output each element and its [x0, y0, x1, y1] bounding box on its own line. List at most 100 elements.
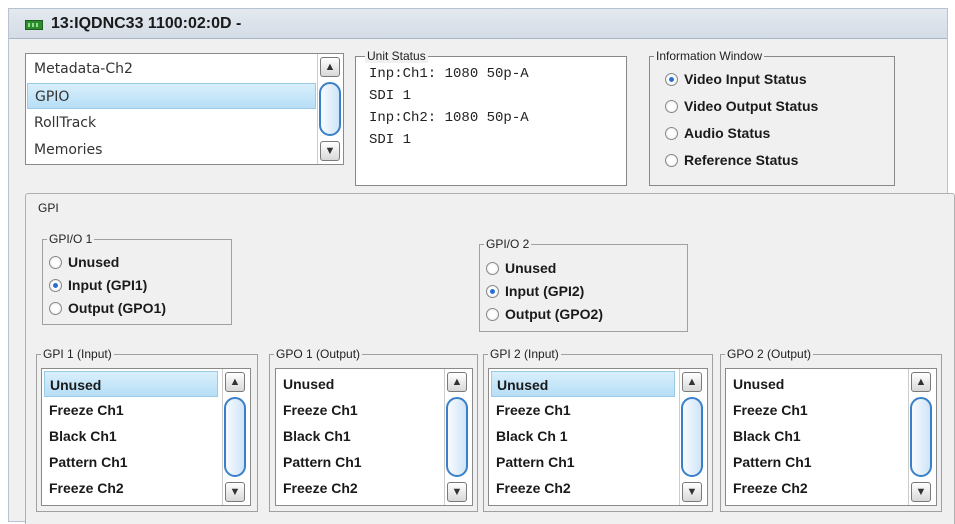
scroll-thumb[interactable]	[681, 397, 703, 477]
radio-selected-icon[interactable]	[49, 278, 62, 292]
radio-unselected-icon[interactable]	[49, 301, 62, 315]
window-title: 13:IQDNC33 1100:02:0D -	[51, 15, 242, 32]
radio-label: Unused	[68, 254, 120, 270]
gpio1-group: GPI/O 1 Unused Input (GPI1) Output (GPO1…	[42, 232, 232, 325]
chevron-up-icon[interactable]: ▲	[320, 57, 340, 77]
list-item[interactable]: Black Ch 1	[491, 423, 675, 449]
gpo2-output-scrollbar[interactable]: ▲ ▼	[908, 369, 934, 505]
radio-label: Video Input Status	[684, 71, 807, 87]
list-item[interactable]: Freeze Ch2	[491, 475, 675, 501]
unit-status-line: SDI 1	[369, 88, 412, 104]
radio-gpio2-output[interactable]: Output (GPO2)	[486, 306, 603, 322]
radio-unselected-icon[interactable]	[486, 307, 499, 321]
radio-gpio1-output[interactable]: Output (GPO1)	[49, 300, 166, 316]
unit-status-line: Inp:Ch2: 1080 50p-A	[369, 110, 529, 126]
radio-audio-status[interactable]: Audio Status	[665, 125, 770, 141]
gpi1-input-scrollbar[interactable]: ▲ ▼	[222, 369, 248, 505]
radio-selected-icon[interactable]	[486, 284, 499, 298]
radio-label: Input (GPI1)	[68, 277, 148, 293]
list-item[interactable]: Unused	[491, 371, 675, 397]
radio-gpio1-input[interactable]: Input (GPI1)	[49, 277, 147, 293]
chevron-down-icon[interactable]: ▼	[682, 482, 702, 502]
gpo2-output-caption: GPO 2 (Output)	[725, 347, 814, 361]
list-item[interactable]: Freeze Ch1	[278, 397, 440, 423]
list-item[interactable]: Freeze Ch2	[44, 475, 218, 501]
nav-item-gpio[interactable]: GPIO	[27, 83, 316, 109]
nav-list-scrollbar[interactable]: ▲ ▼	[317, 54, 343, 164]
radio-video-output-status[interactable]: Video Output Status	[665, 98, 818, 114]
gpi-panel: GPI GPI/O 1 Unused Input (GPI1) Output (…	[25, 193, 955, 524]
gpi2-input-list[interactable]: Unused Freeze Ch1 Black Ch 1 Pattern Ch1…	[488, 368, 708, 506]
chevron-down-icon[interactable]: ▼	[320, 141, 340, 161]
gpi2-input-caption: GPI 2 (Input)	[488, 347, 561, 361]
list-item[interactable]: Pattern Ch1	[44, 449, 218, 475]
list-item[interactable]: Pattern Ch1	[728, 449, 904, 475]
gpo1-output-group: GPO 1 (Output) Unused Freeze Ch1 Black C…	[269, 347, 478, 512]
list-item[interactable]: Unused	[278, 371, 440, 397]
gpio2-group: GPI/O 2 Unused Input (GPI2) Output (GPO2…	[479, 237, 688, 332]
gpo1-output-list[interactable]: Unused Freeze Ch1 Black Ch1 Pattern Ch1 …	[275, 368, 473, 506]
radio-selected-icon[interactable]	[665, 72, 678, 86]
radio-label: Reference Status	[684, 152, 799, 168]
list-item[interactable]: Unused	[728, 371, 904, 397]
scroll-thumb[interactable]	[319, 82, 341, 136]
information-window-group: Information Window Video Input Status Vi…	[649, 49, 895, 186]
radio-label: Output (GPO2)	[505, 306, 603, 322]
radio-unselected-icon[interactable]	[665, 153, 678, 167]
gpi2-input-scrollbar[interactable]: ▲ ▼	[679, 369, 705, 505]
scroll-thumb[interactable]	[910, 397, 932, 477]
radio-unselected-icon[interactable]	[665, 99, 678, 113]
radio-gpio1-unused[interactable]: Unused	[49, 254, 119, 270]
gpi1-input-group: GPI 1 (Input) Unused Freeze Ch1 Black Ch…	[36, 347, 258, 512]
list-item[interactable]: Black Ch1	[728, 423, 904, 449]
gpo1-output-caption: GPO 1 (Output)	[274, 347, 363, 361]
nav-list[interactable]: Metadata-Ch2 GPIO RollTrack Memories ▲ ▼	[25, 53, 344, 165]
radio-gpio2-unused[interactable]: Unused	[486, 260, 556, 276]
radio-gpio2-input[interactable]: Input (GPI2)	[486, 283, 584, 299]
list-item[interactable]: Freeze Ch1	[491, 397, 675, 423]
gpio2-caption: GPI/O 2	[484, 237, 532, 251]
gpi1-input-list[interactable]: Unused Freeze Ch1 Black Ch1 Pattern Ch1 …	[41, 368, 251, 506]
chevron-down-icon[interactable]: ▼	[447, 482, 467, 502]
nav-item-metadata-ch2[interactable]: Metadata-Ch2	[27, 56, 316, 82]
list-item[interactable]: Pattern Ch1	[491, 449, 675, 475]
gpi-caption: GPI	[36, 201, 61, 215]
nav-item-memories[interactable]: Memories	[27, 137, 316, 163]
radio-unselected-icon[interactable]	[49, 255, 62, 269]
scroll-thumb[interactable]	[446, 397, 468, 477]
radio-video-input-status[interactable]: Video Input Status	[665, 71, 807, 87]
list-item[interactable]: Freeze Ch2	[728, 475, 904, 501]
gpo2-output-list[interactable]: Unused Freeze Ch1 Black Ch1 Pattern Ch1 …	[725, 368, 937, 506]
chevron-up-icon[interactable]: ▲	[682, 372, 702, 392]
radio-label: Input (GPI2)	[505, 283, 585, 299]
app-window: 13:IQDNC33 1100:02:0D - Metadata-Ch2 GPI…	[8, 8, 955, 524]
chevron-down-icon[interactable]: ▼	[911, 482, 931, 502]
list-item[interactable]: Black Ch1	[278, 423, 440, 449]
list-item[interactable]: Freeze Ch1	[44, 397, 218, 423]
gpi1-input-caption: GPI 1 (Input)	[41, 347, 114, 361]
radio-unselected-icon[interactable]	[486, 261, 499, 275]
list-item[interactable]: Black Ch1	[44, 423, 218, 449]
radio-label: Video Output Status	[684, 98, 819, 114]
unit-status-caption: Unit Status	[365, 49, 428, 63]
list-item[interactable]: Unused	[44, 371, 218, 397]
radio-label: Unused	[505, 260, 557, 276]
chevron-up-icon[interactable]: ▲	[225, 372, 245, 392]
radio-reference-status[interactable]: Reference Status	[665, 152, 798, 168]
scroll-thumb[interactable]	[224, 397, 246, 477]
gpo1-output-scrollbar[interactable]: ▲ ▼	[444, 369, 470, 505]
radio-unselected-icon[interactable]	[665, 126, 678, 140]
chevron-down-icon[interactable]: ▼	[225, 482, 245, 502]
radio-label: Audio Status	[684, 125, 771, 141]
gpo2-output-group: GPO 2 (Output) Unused Freeze Ch1 Black C…	[720, 347, 942, 512]
chevron-up-icon[interactable]: ▲	[447, 372, 467, 392]
radio-label: Output (GPO1)	[68, 300, 166, 316]
list-item[interactable]: Freeze Ch1	[728, 397, 904, 423]
list-item[interactable]: Freeze Ch2	[278, 475, 440, 501]
unit-status-line: SDI 1	[369, 132, 412, 148]
title-bar: 13:IQDNC33 1100:02:0D -	[9, 9, 947, 39]
device-board-icon	[25, 20, 43, 30]
list-item[interactable]: Pattern Ch1	[278, 449, 440, 475]
nav-item-rolltrack[interactable]: RollTrack	[27, 110, 316, 136]
chevron-up-icon[interactable]: ▲	[911, 372, 931, 392]
